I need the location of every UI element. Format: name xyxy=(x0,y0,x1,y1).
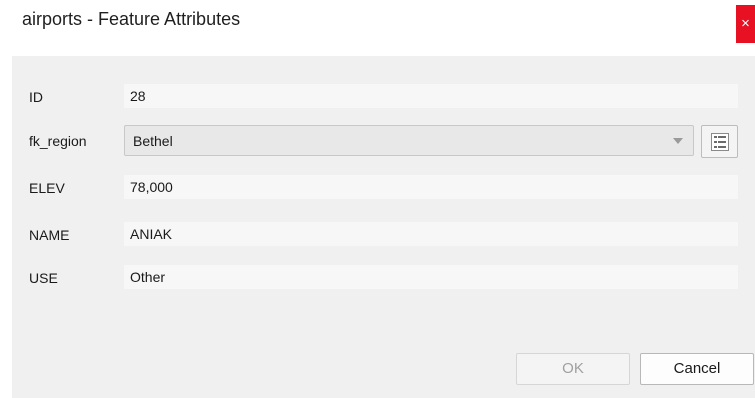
cancel-button[interactable]: Cancel xyxy=(640,353,754,385)
use-label: USE xyxy=(29,270,58,286)
ok-button[interactable]: OK xyxy=(516,353,630,385)
window-title: airports - Feature Attributes xyxy=(22,9,241,29)
name-label: NAME xyxy=(29,227,70,243)
close-icon: × xyxy=(741,15,750,32)
id-field[interactable]: 28 xyxy=(124,84,738,108)
elev-field[interactable]: 78,000 xyxy=(124,175,738,199)
elev-label: ELEV xyxy=(29,180,65,196)
open-form-button[interactable] xyxy=(701,125,738,158)
use-field[interactable]: Other xyxy=(124,265,738,289)
chevron-down-icon[interactable] xyxy=(673,138,683,144)
close-button[interactable]: × xyxy=(736,5,755,43)
feature-attributes-dialog: airports - Feature Attributes × ID 28 fk… xyxy=(0,0,755,398)
fk-region-label: fk_region xyxy=(29,133,87,149)
fk-region-value: Bethel xyxy=(133,133,173,149)
fk-region-combobox[interactable]: Bethel xyxy=(124,125,694,156)
id-label: ID xyxy=(29,89,43,105)
name-field[interactable]: ANIAK xyxy=(124,222,738,246)
title-bar: airports - Feature Attributes × xyxy=(0,0,755,43)
open-form-icon xyxy=(711,133,729,151)
